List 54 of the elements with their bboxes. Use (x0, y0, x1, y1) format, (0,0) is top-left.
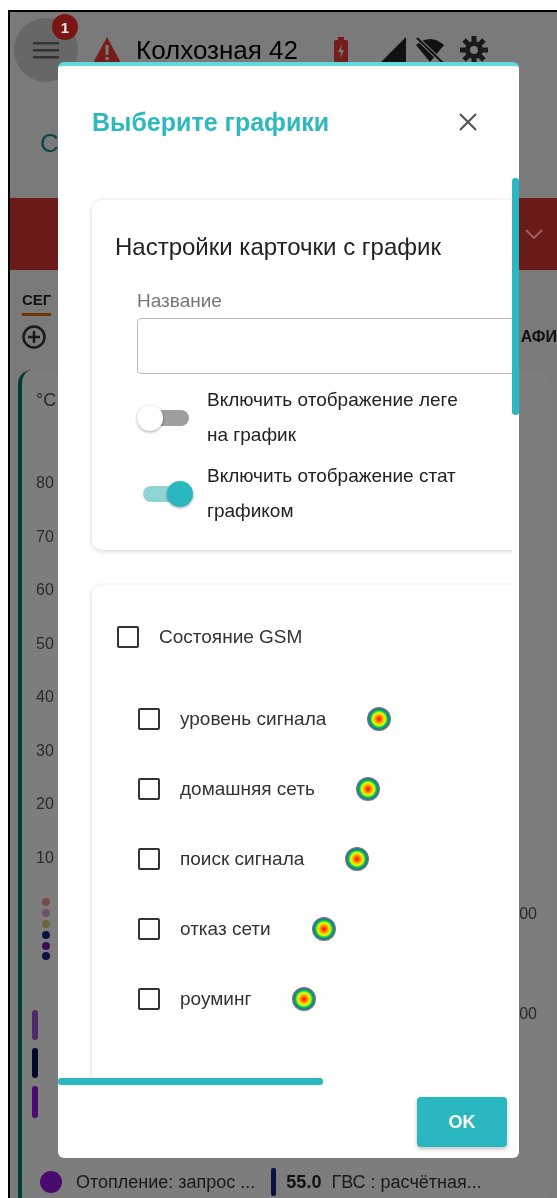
axis-label: 20 (36, 795, 54, 814)
battery-icon (334, 37, 349, 63)
series-label: роуминг (180, 988, 252, 1010)
axis-label: 70 (36, 527, 54, 547)
notification-badge: 1 (52, 14, 78, 40)
horizontal-scrollbar[interactable] (58, 1078, 323, 1085)
axis-label: 50 (36, 634, 54, 654)
gradient-dot-icon[interactable] (310, 916, 337, 942)
dialog-title: Выберите графики (92, 107, 330, 137)
period-tab[interactable]: СЕГ (22, 291, 52, 316)
legend-reading: 55.0 (286, 1171, 322, 1193)
series-label: домашняя сеть (180, 778, 315, 800)
checkbox[interactable] (138, 848, 160, 870)
toggle-label: Включить отображение леге (207, 388, 458, 412)
name-field[interactable] (137, 318, 512, 374)
group-label: Состояние GSM (159, 626, 303, 648)
toolbar-label[interactable]: АФИ (520, 328, 557, 346)
gradient-dot-icon[interactable] (354, 776, 381, 802)
legend-label: ГВС : расчётная... (331, 1171, 482, 1193)
axis-label: 40 (36, 688, 54, 707)
axis-unit: °C (36, 390, 57, 412)
toggle-label: на график (207, 423, 297, 447)
axis-label: 00 (519, 1005, 537, 1023)
gradient-dot-icon[interactable] (344, 846, 371, 872)
axis-label: 10 (36, 848, 54, 868)
marker-column-drawing (42, 898, 50, 960)
chevron-down-icon[interactable] (525, 229, 543, 239)
close-icon[interactable] (458, 112, 478, 132)
axis-label: 30 (36, 741, 54, 761)
card-title: Настройки карточки с график (115, 232, 442, 262)
checkbox[interactable] (138, 918, 160, 940)
ok-button[interactable]: OK (417, 1097, 507, 1147)
checkbox[interactable] (138, 778, 160, 800)
axis-label: 60 (36, 581, 54, 600)
toggle-label: графиком (207, 499, 295, 523)
legend-label: Отопление: запрос ... (76, 1171, 256, 1193)
series-label: поиск сигнала (180, 848, 305, 870)
site-title: Колхозная 42 (136, 34, 299, 66)
checkbox[interactable] (117, 626, 139, 648)
series-label: уровень сигнала (180, 708, 327, 730)
toggle-label: Включить отображение стат (207, 464, 456, 488)
checkbox[interactable] (138, 988, 160, 1010)
axis-label: 00 (519, 905, 537, 923)
menu-icon (33, 40, 59, 60)
tab-label[interactable]: С (40, 127, 59, 159)
add-icon[interactable] (22, 325, 46, 349)
axis-label: 80 (36, 474, 54, 493)
gradient-dot-icon[interactable] (366, 706, 393, 732)
warning-icon (92, 36, 122, 64)
field-label: Название (137, 290, 223, 312)
checkbox[interactable] (138, 708, 160, 730)
series-label: отказ сети (180, 918, 271, 940)
vertical-scrollbar[interactable] (512, 178, 519, 415)
gradient-dot-icon[interactable] (291, 986, 318, 1012)
